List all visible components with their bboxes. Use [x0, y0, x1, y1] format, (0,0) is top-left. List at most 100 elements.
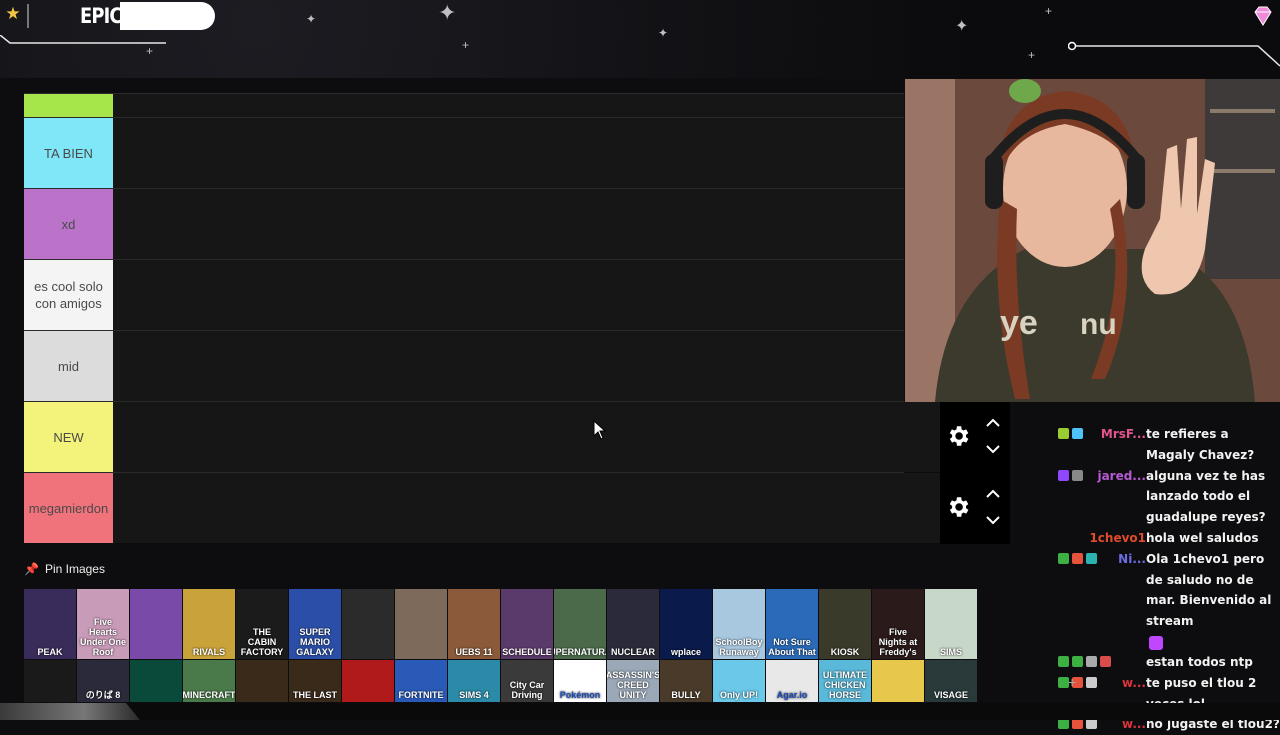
pin-image-tile[interactable] [130, 660, 182, 702]
pin-image-tile[interactable]: ASSASSIN'S CREED UNITY [607, 660, 659, 702]
pin-image-tile[interactable]: Five Nights at Freddy's [872, 589, 924, 659]
tier-dropzone[interactable] [113, 402, 940, 472]
tile-label: Pokémon [559, 690, 601, 700]
pin-image-tile[interactable] [872, 660, 924, 702]
pin-image-tile[interactable]: SIMS [925, 589, 977, 659]
pin-image-tile[interactable]: UEBS 11 [448, 589, 500, 659]
pin-image-tile[interactable]: Agar.io [766, 660, 818, 702]
tile-label: NUCLEAR [611, 647, 655, 657]
tile-label: ASSASSIN'S CREED UNITY [607, 670, 659, 700]
tier-dropzone[interactable] [113, 473, 940, 543]
pin-image-tile[interactable]: wplace [660, 589, 712, 659]
tile-label: ULTIMATE CHICKEN HORSE [822, 670, 868, 700]
tier-controls [940, 473, 1010, 544]
pin-image-tile[interactable]: FORTNITE [395, 660, 447, 702]
tier-dropzone[interactable] [113, 118, 904, 188]
tier-label[interactable]: NEW [24, 402, 113, 472]
tier-label[interactable]: megamierdon [24, 473, 113, 543]
chat-username[interactable]: Ni... [1118, 549, 1146, 570]
tier-label[interactable]: es cool solo con amigos [24, 260, 113, 330]
decor-line-left [0, 35, 166, 44]
tile-label [48, 698, 52, 702]
pin-image-tile[interactable]: NUCLEAR [607, 589, 659, 659]
pin-image-tile[interactable]: VISAGE [925, 660, 977, 702]
pin-image-tile[interactable]: ULTIMATE CHICKEN HORSE [819, 660, 871, 702]
star-icon: ★ [5, 4, 21, 23]
pin-image-tile[interactable]: Only UP! [713, 660, 765, 702]
pin-image-tile[interactable]: SUPERNATURAL [554, 589, 606, 659]
sparkle-icon: ✦ [955, 18, 969, 35]
pin-images-title: Pin Images [44, 562, 105, 576]
tier-label[interactable]: mid [24, 331, 113, 401]
pin-image-tile[interactable] [130, 589, 182, 659]
pin-image-tile[interactable]: BULLY [660, 660, 712, 702]
tier-dropzone[interactable] [113, 331, 904, 401]
tier-label[interactable] [24, 94, 113, 117]
pin-image-tile[interactable]: Five Hearts Under One Roof [77, 589, 129, 659]
chat-text: te refieres a Magaly Chavez? [1146, 427, 1255, 462]
chat-username[interactable]: jared... [1097, 466, 1146, 487]
pin-image-tile[interactable]: City Car Driving [501, 660, 553, 702]
tier-label[interactable]: TA BIEN [24, 118, 113, 188]
stream-overlay-header: ★ EPIC ✦ ✦ ✦ + + ✦ + + [0, 0, 1280, 78]
tier-row[interactable]: NEW [24, 401, 940, 472]
pin-image-tile[interactable]: MINECRAFT [183, 660, 235, 702]
chat-text: estan todos ntp [1146, 654, 1253, 669]
chat-username[interactable]: 1chevo1 [1089, 528, 1146, 549]
chevron-down-icon[interactable] [984, 442, 1002, 456]
overlay-pill [120, 2, 215, 30]
badge-icon [1086, 655, 1097, 667]
chat-message: estan todos ntp [1056, 652, 1280, 673]
overlay-logo: EPIC [80, 4, 122, 28]
badge-icon [1086, 718, 1097, 730]
pin-image-tile[interactable]: Pokémon [554, 660, 606, 702]
chevron-up-icon[interactable] [984, 487, 1002, 501]
chevron-up-icon[interactable] [984, 416, 1002, 430]
pin-image-tile[interactable] [24, 660, 76, 702]
mouse-cursor-icon [593, 420, 607, 440]
tile-label: VISAGE [933, 690, 968, 700]
badge-icon [1058, 655, 1069, 667]
tier-row[interactable]: es cool solo con amigos [24, 259, 904, 330]
pin-image-tile[interactable]: PEAK [24, 589, 76, 659]
tier-row[interactable]: mid [24, 330, 904, 401]
sparkle-icon: ✦ [658, 26, 669, 40]
pin-images-header: 📌 Pin Images [24, 562, 105, 576]
chevron-down-icon[interactable] [984, 513, 1002, 527]
diamond-icon [1254, 6, 1272, 26]
pin-icon: 📌 [24, 562, 39, 576]
pin-image-tile[interactable] [342, 660, 394, 702]
chat-username[interactable]: MrsF... [1101, 424, 1146, 445]
tier-dropzone[interactable] [113, 189, 904, 259]
tile-label: Not Sure About That [768, 637, 816, 657]
pin-image-tile[interactable] [342, 589, 394, 659]
chat-text: alguna vez te has lanzado todo el guadal… [1146, 468, 1266, 525]
pin-image-tile[interactable]: KIOSK [819, 589, 871, 659]
chat-username[interactable]: w... [1122, 673, 1146, 694]
pin-image-tile[interactable]: THE LAST [289, 660, 341, 702]
pin-image-tile[interactable] [395, 589, 447, 659]
pin-image-tile[interactable]: THE CABIN FACTORY [236, 589, 288, 659]
pin-image-tile[interactable]: のりば 8 [77, 660, 129, 702]
tier-dropzone[interactable] [113, 94, 904, 117]
badge-icon [1072, 428, 1083, 439]
pin-image-tile[interactable]: Not Sure About That [766, 589, 818, 659]
tier-label[interactable]: xd [24, 189, 113, 259]
pin-image-tile[interactable] [236, 660, 288, 702]
pin-image-tile[interactable]: RIVALS [183, 589, 235, 659]
tile-label: KIOSK [830, 647, 860, 657]
tier-row[interactable]: megamierdon [24, 472, 940, 543]
sparkle-icon: + [1045, 4, 1053, 18]
tier-dropzone[interactable] [113, 260, 904, 330]
gear-icon[interactable] [945, 494, 971, 520]
emote-icon [1149, 635, 1163, 650]
pin-image-tile[interactable]: SchoolBoy Runaway [713, 589, 765, 659]
tier-row[interactable]: xd [24, 188, 904, 259]
tile-label: SIMS [939, 647, 962, 657]
pin-image-tile[interactable]: SIMS 4 [448, 660, 500, 702]
pin-image-tile[interactable]: SUPER MARIO GALAXY [289, 589, 341, 659]
tier-row[interactable] [24, 93, 904, 117]
pin-image-tile[interactable]: SCHEDULE [501, 589, 553, 659]
tier-row[interactable]: TA BIEN [24, 117, 904, 188]
gear-icon[interactable] [945, 423, 971, 449]
